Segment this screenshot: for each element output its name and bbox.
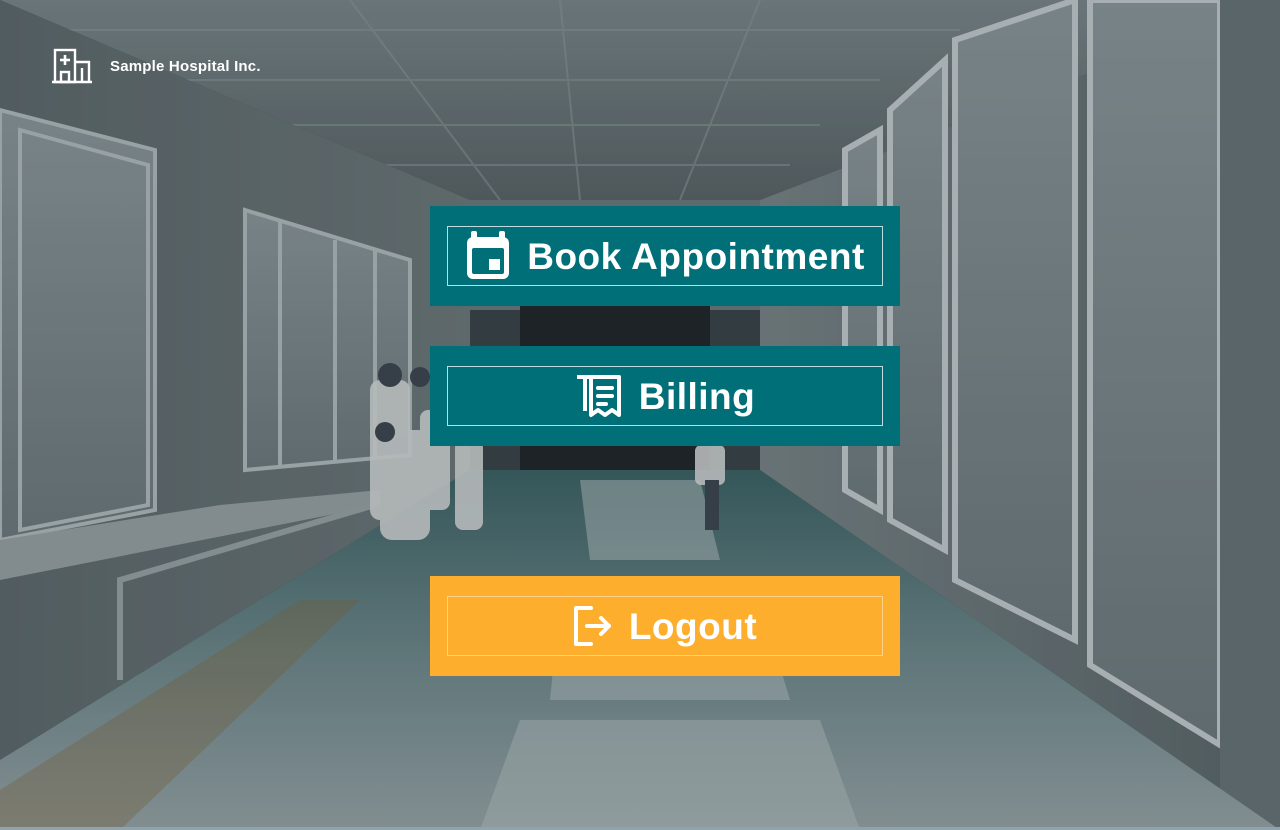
billing-button-frame[interactable]: Billing (447, 366, 883, 426)
logout-icon (573, 606, 611, 646)
logout-button[interactable]: Logout (430, 576, 900, 676)
book-appointment-button[interactable]: Book Appointment (430, 206, 900, 306)
logout-label: Logout (628, 605, 758, 647)
receipt-icon (576, 375, 621, 417)
brand-name: Sample Hospital Inc. (110, 57, 261, 75)
hospital-building-icon (52, 48, 92, 84)
brand: Sample Hospital Inc. (52, 48, 261, 84)
calendar-icon (467, 231, 510, 279)
billing-button[interactable]: Billing (430, 346, 900, 446)
book-appointment-button-frame[interactable]: Book Appointment (447, 226, 883, 286)
book-appointment-label: Book Appointment (527, 235, 865, 277)
logout-button-frame[interactable]: Logout (447, 596, 883, 656)
billing-label: Billing (638, 375, 756, 417)
